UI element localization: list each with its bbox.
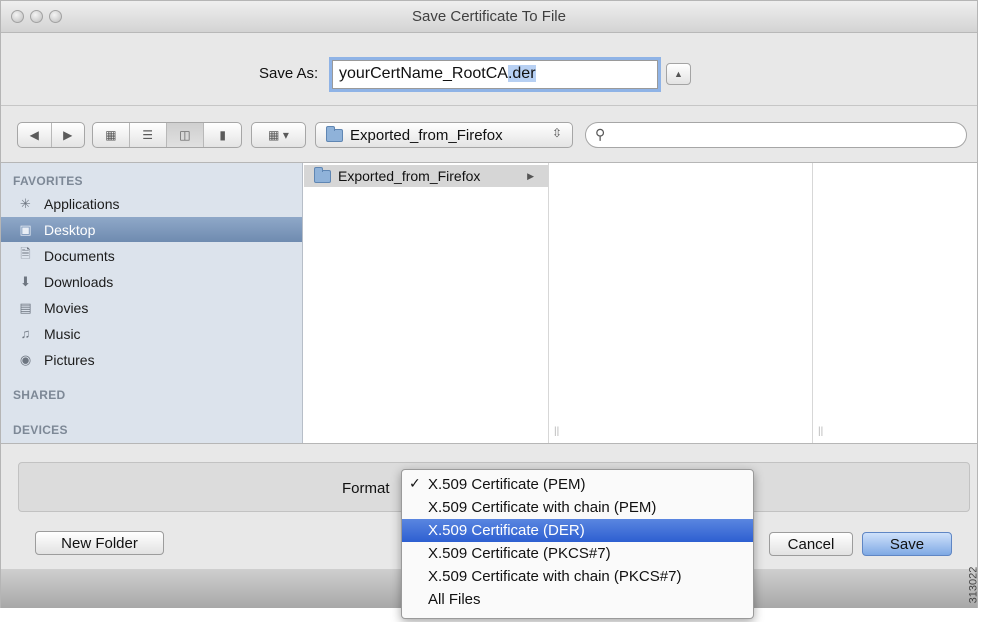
folder-row-exported-from-firefox[interactable]: Exported_from_Firefox ▶ xyxy=(304,165,548,187)
figure-code-label: 313022 xyxy=(967,566,980,604)
view-mode-control: ▦ ☰ ◫ ▮ xyxy=(92,122,242,148)
filename-base: yourCertName_RootCA xyxy=(339,65,508,82)
sidebar-item-downloads[interactable]: ⬇ Downloads xyxy=(1,269,302,294)
pictures-icon: ◉ xyxy=(19,351,32,367)
back-icon[interactable]: ◀ xyxy=(18,123,52,147)
divider xyxy=(1,105,977,106)
menu-item-label: X.509 Certificate (DER) xyxy=(428,522,585,539)
icon-view-icon[interactable]: ▦ xyxy=(93,123,130,147)
sidebar-item-music[interactable]: ♫ Music xyxy=(1,321,302,346)
sidebar: FAVORITES ✳ Applications ▣ Desktop 🗎 Doc… xyxy=(1,163,303,443)
menu-item-label: X.509 Certificate (PEM) xyxy=(428,476,586,493)
filename-extension-selected: .der xyxy=(507,65,536,82)
sidebar-item-label: Movies xyxy=(44,299,89,316)
arrange-button[interactable]: ▦ ▾ xyxy=(251,122,306,148)
format-option-pkcs7-chain[interactable]: X.509 Certificate with chain (PKCS#7) xyxy=(402,565,753,588)
sidebar-item-label: Applications xyxy=(44,195,120,212)
sidebar-item-pictures[interactable]: ◉ Pictures xyxy=(1,347,302,372)
folder-label: Exported_from_Firefox xyxy=(338,168,481,184)
new-folder-button[interactable]: New Folder xyxy=(35,531,164,555)
popup-arrows-icon: ⇳ xyxy=(551,126,562,140)
browser-column-3: || xyxy=(814,163,977,443)
format-menu: ✓ X.509 Certificate (PEM) X.509 Certific… xyxy=(401,469,754,619)
applications-icon: ✳ xyxy=(20,195,31,211)
folder-icon xyxy=(314,166,331,183)
format-option-pem-chain[interactable]: X.509 Certificate with chain (PEM) xyxy=(402,496,753,519)
search-input[interactable]: ⚲ xyxy=(585,122,967,148)
disclosure-arrow-icon: ▶ xyxy=(527,170,534,181)
menu-item-label: All Files xyxy=(428,591,481,608)
movies-icon: ▤ xyxy=(19,299,32,315)
checkmark-icon: ✓ xyxy=(409,475,421,491)
downloads-icon: ⬇ xyxy=(20,273,31,289)
menu-item-label: X.509 Certificate (PKCS#7) xyxy=(428,545,611,562)
documents-icon: 🗎 xyxy=(20,245,31,261)
sidebar-item-label: Pictures xyxy=(44,351,95,368)
sidebar-item-label: Downloads xyxy=(44,273,114,290)
music-icon: ♫ xyxy=(20,326,31,341)
format-option-der[interactable]: X.509 Certificate (DER) xyxy=(402,519,753,542)
shared-heading: SHARED xyxy=(13,388,66,402)
folder-icon xyxy=(326,125,343,142)
title-bar: Save Certificate To File xyxy=(1,1,977,33)
devices-heading: DEVICES xyxy=(13,423,68,437)
format-option-all-files[interactable]: All Files xyxy=(402,588,753,611)
favorites-heading: FAVORITES xyxy=(13,174,83,188)
location-label: Exported_from_Firefox xyxy=(350,126,503,144)
file-browser: FAVORITES ✳ Applications ▣ Desktop 🗎 Doc… xyxy=(1,162,977,444)
column-view-icon[interactable]: ◫ xyxy=(166,123,205,147)
browser-column-2: || xyxy=(550,163,813,443)
expand-dialog-button[interactable]: ▲ xyxy=(666,63,691,85)
save-as-label: Save As: xyxy=(259,65,319,82)
figure-code: 313022 xyxy=(967,555,991,615)
format-option-pem[interactable]: ✓ X.509 Certificate (PEM) xyxy=(402,473,753,496)
sidebar-item-label: Documents xyxy=(44,247,115,264)
coverflow-view-icon[interactable]: ▮ xyxy=(204,123,241,147)
back-forward-control: ◀ ▶ xyxy=(17,122,85,148)
column-resize-handle[interactable]: || xyxy=(818,426,823,437)
menu-item-label: X.509 Certificate with chain (PKCS#7) xyxy=(428,568,682,585)
sidebar-item-movies[interactable]: ▤ Movies xyxy=(1,295,302,320)
filename-input[interactable]: yourCertName_RootCA.der xyxy=(332,60,658,89)
search-icon: ⚲ xyxy=(595,126,606,142)
browser-column-1: Exported_from_Firefox ▶ xyxy=(304,163,549,443)
save-button[interactable]: Save xyxy=(862,532,952,556)
window-title: Save Certificate To File xyxy=(412,8,566,25)
sidebar-item-documents[interactable]: 🗎 Documents xyxy=(1,243,302,268)
location-popup[interactable]: Exported_from_Firefox ⇳ xyxy=(315,122,573,148)
desktop-icon: ▣ xyxy=(19,221,32,237)
list-view-icon[interactable]: ☰ xyxy=(130,123,167,147)
format-option-pkcs7[interactable]: X.509 Certificate (PKCS#7) xyxy=(402,542,753,565)
column-resize-handle[interactable]: || xyxy=(554,426,559,437)
cancel-button[interactable]: Cancel xyxy=(769,532,853,556)
forward-icon[interactable]: ▶ xyxy=(52,123,85,147)
sidebar-item-label: Music xyxy=(44,325,81,342)
arrange-icon: ▦ ▾ xyxy=(268,128,289,142)
menu-item-label: X.509 Certificate with chain (PEM) xyxy=(428,499,657,516)
format-label: Format xyxy=(342,480,390,497)
sidebar-item-applications[interactable]: ✳ Applications xyxy=(1,191,302,216)
sidebar-item-label: Desktop xyxy=(44,221,96,238)
sidebar-item-desktop[interactable]: ▣ Desktop xyxy=(1,217,302,242)
